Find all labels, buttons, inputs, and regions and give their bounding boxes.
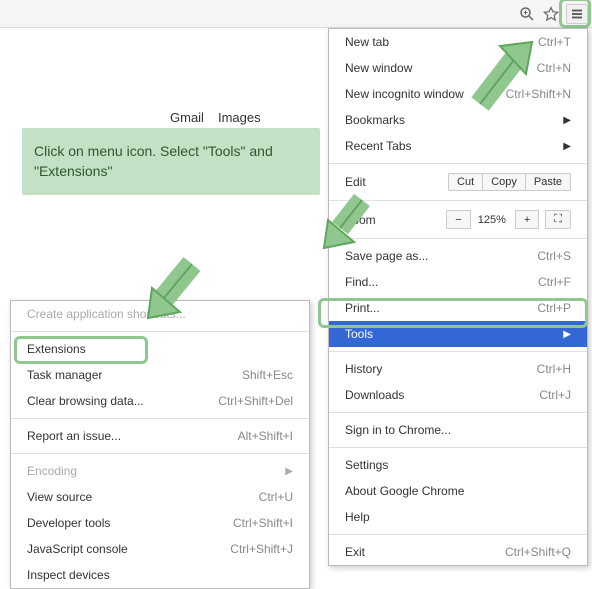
submenu-item-label: Task manager <box>27 368 218 382</box>
zoom-row: Zoom−125%+ ⛶ <box>329 205 587 234</box>
menu-item-label: History <box>345 362 513 376</box>
menu-item-history[interactable]: History Ctrl+H <box>329 356 587 382</box>
menu-item-label: New tab <box>345 35 514 49</box>
submenu-item-developer-tools[interactable]: Developer tools Ctrl+Shift+I <box>11 510 309 536</box>
gmail-link[interactable]: Gmail <box>170 110 204 125</box>
menu-shortcut: Ctrl+N <box>537 61 571 75</box>
submenu-item-task-manager[interactable]: Task manager Shift+Esc <box>11 362 309 388</box>
menu-item-label: Find... <box>345 275 514 289</box>
menu-item-label: Sign in to Chrome... <box>345 423 571 437</box>
hamburger-menu-icon[interactable] <box>566 4 588 24</box>
menu-item-settings[interactable]: Settings <box>329 452 587 478</box>
submenu-item-javascript-console[interactable]: JavaScript console Ctrl+Shift+J <box>11 536 309 562</box>
submenu-item-label: Clear browsing data... <box>27 394 194 408</box>
main-menu: New tab Ctrl+T New window Ctrl+N New incogni… <box>328 28 588 566</box>
menu-item-label: Settings <box>345 458 571 472</box>
menu-item-sign-in-to-chrome[interactable]: Sign in to Chrome... <box>329 417 587 443</box>
menu-item-label: Downloads <box>345 388 515 402</box>
edit-row: EditCutCopyPaste <box>329 168 587 196</box>
menu-shortcut: Ctrl+Shift+Del <box>218 394 293 408</box>
menu-item-new-incognito-window[interactable]: New incognito window Ctrl+Shift+N <box>329 81 587 107</box>
menu-shortcut: Ctrl+H <box>537 362 571 376</box>
menu-item-save-page-as[interactable]: Save page as... Ctrl+S <box>329 243 587 269</box>
menu-item-label: Help <box>345 510 571 524</box>
menu-item-label: Save page as... <box>345 249 513 263</box>
paste-button[interactable]: Paste <box>525 173 571 191</box>
menu-shortcut: Ctrl+T <box>538 35 571 49</box>
menu-item-label: New window <box>345 61 513 75</box>
zoom-label: Zoom <box>345 213 446 227</box>
menu-shortcut: Ctrl+Shift+N <box>506 87 571 101</box>
menu-item-label: New incognito window <box>345 87 482 101</box>
zoom-out-button[interactable]: − <box>446 210 470 229</box>
menu-item-print[interactable]: Print... Ctrl+P <box>329 295 587 321</box>
submenu-item-encoding: Encoding ▶ <box>11 458 309 484</box>
submenu-arrow-icon: ▶ <box>563 115 571 126</box>
menu-shortcut: Ctrl+P <box>537 301 571 315</box>
star-icon[interactable] <box>542 5 560 23</box>
menu-item-label: Recent Tabs <box>345 139 543 153</box>
menu-shortcut: Shift+Esc <box>242 368 293 382</box>
edit-label: Edit <box>345 175 448 189</box>
menu-item-label: Tools <box>345 327 543 341</box>
header-links: Gmail Images <box>170 110 261 125</box>
submenu-item-label: Developer tools <box>27 516 209 530</box>
cut-button[interactable]: Cut <box>448 173 483 191</box>
submenu-item-label: Create application shortcuts... <box>27 307 293 321</box>
menu-item-label: Bookmarks <box>345 113 543 127</box>
submenu-item-label: View source <box>27 490 235 504</box>
menu-item-label: Print... <box>345 301 513 315</box>
browser-toolbar <box>0 0 592 28</box>
submenu-item-label: JavaScript console <box>27 542 206 556</box>
menu-shortcut: Alt+Shift+I <box>238 429 293 443</box>
submenu-item-clear-browsing-data[interactable]: Clear browsing data... Ctrl+Shift+Del <box>11 388 309 414</box>
instruction-hint: Click on menu icon. Select "Tools" and "… <box>22 128 320 195</box>
fullscreen-button[interactable]: ⛶ <box>545 210 571 229</box>
submenu-item-extensions[interactable]: Extensions <box>11 336 309 362</box>
menu-item-exit[interactable]: Exit Ctrl+Shift+Q <box>329 539 587 565</box>
menu-shortcut: Ctrl+F <box>538 275 571 289</box>
menu-shortcut: Ctrl+J <box>539 388 571 402</box>
copy-button[interactable]: Copy <box>482 173 526 191</box>
submenu-item-label: Report an issue... <box>27 429 214 443</box>
menu-item-new-tab[interactable]: New tab Ctrl+T <box>329 29 587 55</box>
menu-shortcut: Ctrl+Shift+Q <box>505 545 571 559</box>
menu-item-find[interactable]: Find... Ctrl+F <box>329 269 587 295</box>
submenu-item-label: Extensions <box>27 342 293 356</box>
submenu-arrow-icon: ▶ <box>563 141 571 152</box>
menu-item-recent-tabs[interactable]: Recent Tabs ▶ <box>329 133 587 159</box>
submenu-arrow-icon: ▶ <box>563 329 571 340</box>
submenu-item-inspect-devices[interactable]: Inspect devices <box>11 562 309 588</box>
menu-item-help[interactable]: Help <box>329 504 587 530</box>
menu-shortcut: Ctrl+S <box>537 249 571 263</box>
zoom-in-button[interactable]: + <box>515 210 539 229</box>
menu-item-new-window[interactable]: New window Ctrl+N <box>329 55 587 81</box>
menu-item-label: Exit <box>345 545 481 559</box>
menu-item-bookmarks[interactable]: Bookmarks ▶ <box>329 107 587 133</box>
tools-submenu: Create application shortcuts... Extension… <box>10 300 310 589</box>
submenu-item-label: Inspect devices <box>27 568 293 582</box>
menu-item-downloads[interactable]: Downloads Ctrl+J <box>329 382 587 408</box>
images-link[interactable]: Images <box>218 110 261 125</box>
submenu-item-view-source[interactable]: View source Ctrl+U <box>11 484 309 510</box>
submenu-item-label: Encoding <box>27 464 265 478</box>
menu-item-about-google-chrome[interactable]: About Google Chrome <box>329 478 587 504</box>
zoom-icon[interactable] <box>518 5 536 23</box>
menu-shortcut: Ctrl+U <box>259 490 293 504</box>
menu-item-label: About Google Chrome <box>345 484 571 498</box>
submenu-item-create-application-shortcuts: Create application shortcuts... <box>11 301 309 327</box>
menu-shortcut: Ctrl+Shift+I <box>233 516 293 530</box>
menu-shortcut: Ctrl+Shift+J <box>230 542 293 556</box>
submenu-item-report-an-issue[interactable]: Report an issue... Alt+Shift+I <box>11 423 309 449</box>
menu-item-tools[interactable]: Tools ▶ <box>329 321 587 347</box>
submenu-arrow-icon: ▶ <box>285 466 293 477</box>
zoom-value: 125% <box>470 210 514 229</box>
